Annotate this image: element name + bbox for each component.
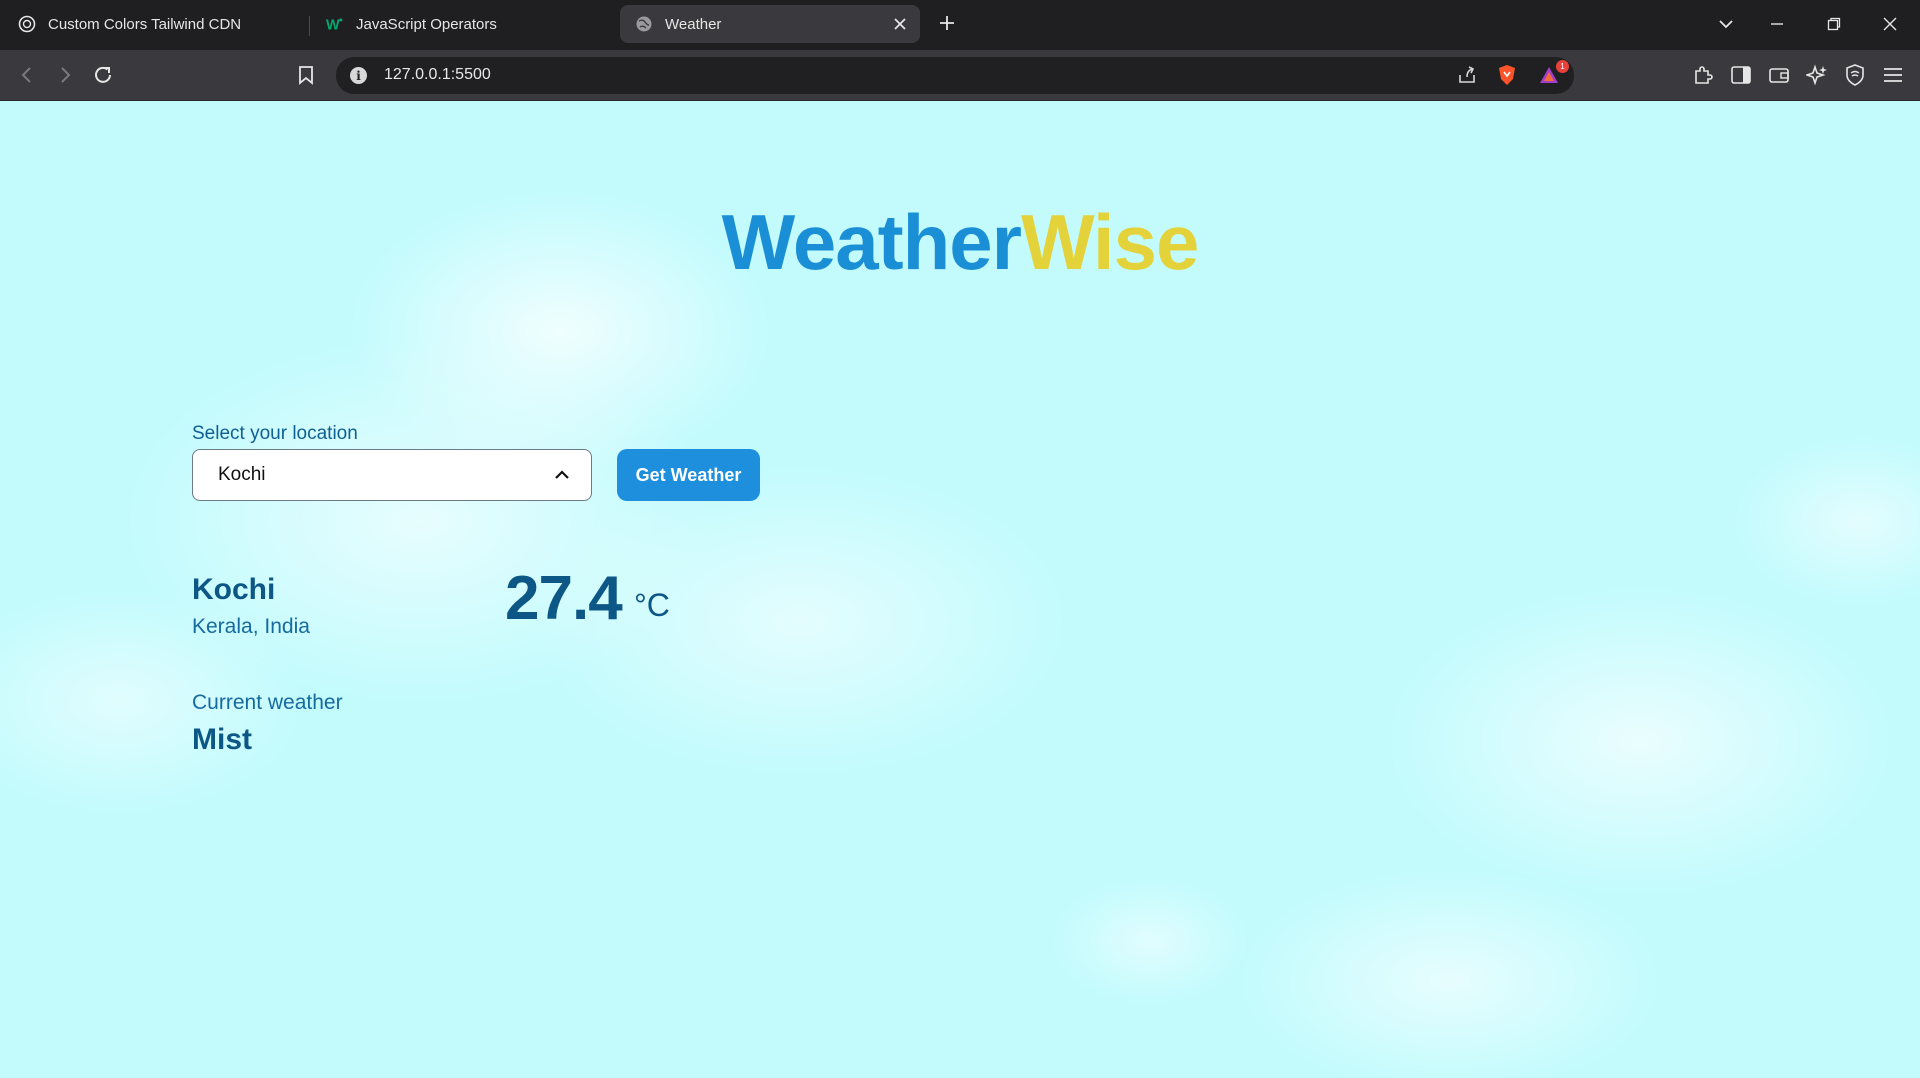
tab-custom-colors[interactable]: Custom Colors Tailwind CDN bbox=[18, 5, 308, 43]
address-bar[interactable]: i 127.0.0.1:5500 1 bbox=[336, 57, 1574, 94]
brave-shield-icon[interactable] bbox=[1494, 62, 1520, 88]
share-icon[interactable] bbox=[1454, 62, 1480, 88]
tab-title: Weather bbox=[665, 15, 722, 33]
restore-icon[interactable] bbox=[1822, 12, 1846, 36]
tab-javascript-operators[interactable]: W JavaScript Operators bbox=[326, 5, 616, 43]
new-tab-button[interactable] bbox=[936, 12, 958, 34]
city-name: Kochi bbox=[192, 573, 276, 606]
chevron-up-icon bbox=[551, 464, 573, 486]
minimize-icon[interactable] bbox=[1765, 12, 1789, 36]
tab-title: Custom Colors Tailwind CDN bbox=[48, 15, 242, 33]
forward-icon[interactable] bbox=[52, 62, 78, 88]
vpn-shield-icon[interactable] bbox=[1842, 62, 1868, 88]
get-weather-button[interactable]: Get Weather bbox=[617, 449, 760, 501]
location-select[interactable]: Kochi bbox=[192, 449, 592, 501]
reload-icon[interactable] bbox=[90, 62, 116, 88]
temperature-value: 27.4 bbox=[505, 564, 623, 633]
w3-icon: W bbox=[326, 15, 344, 33]
openai-icon bbox=[18, 15, 36, 33]
site-info-icon[interactable]: i bbox=[350, 67, 367, 84]
address-text: 127.0.0.1:5500 bbox=[384, 66, 491, 83]
tab-weather[interactable]: Weather bbox=[620, 5, 920, 43]
menu-icon[interactable] bbox=[1880, 62, 1906, 88]
extensions-icon[interactable] bbox=[1690, 62, 1716, 88]
selected-location: Kochi bbox=[218, 464, 266, 485]
back-icon[interactable] bbox=[14, 62, 40, 88]
wallet-icon[interactable] bbox=[1766, 62, 1792, 88]
leo-ai-icon[interactable] bbox=[1804, 62, 1830, 88]
tab-strip: Custom Colors Tailwind CDN W JavaScript … bbox=[0, 0, 1920, 50]
current-weather-value: Mist bbox=[192, 723, 252, 756]
page-viewport: WeatherWise Select your location Kochi G… bbox=[0, 101, 1920, 1078]
svg-text:W: W bbox=[326, 17, 340, 32]
tab-search-chevron-icon[interactable] bbox=[1714, 12, 1738, 36]
sidebar-icon[interactable] bbox=[1728, 62, 1754, 88]
browser-toolbar: i 127.0.0.1:5500 1 bbox=[0, 50, 1920, 101]
close-icon[interactable] bbox=[890, 14, 910, 34]
brand-weather: Weather bbox=[721, 198, 1022, 286]
tab-separator bbox=[309, 16, 310, 36]
region-name: Kerala, India bbox=[192, 615, 310, 638]
close-window-icon[interactable] bbox=[1878, 12, 1902, 36]
brand-wise: Wise bbox=[1020, 198, 1199, 286]
current-weather-label: Current weather bbox=[192, 691, 343, 714]
bookmark-icon[interactable] bbox=[293, 62, 319, 88]
notification-badge: 1 bbox=[1556, 60, 1569, 73]
temperature-unit: °C bbox=[634, 587, 670, 623]
location-label: Select your location bbox=[192, 423, 358, 444]
app-logo-title: WeatherWise bbox=[0, 197, 1920, 288]
tab-title: JavaScript Operators bbox=[356, 15, 497, 33]
globe-icon bbox=[635, 15, 653, 33]
